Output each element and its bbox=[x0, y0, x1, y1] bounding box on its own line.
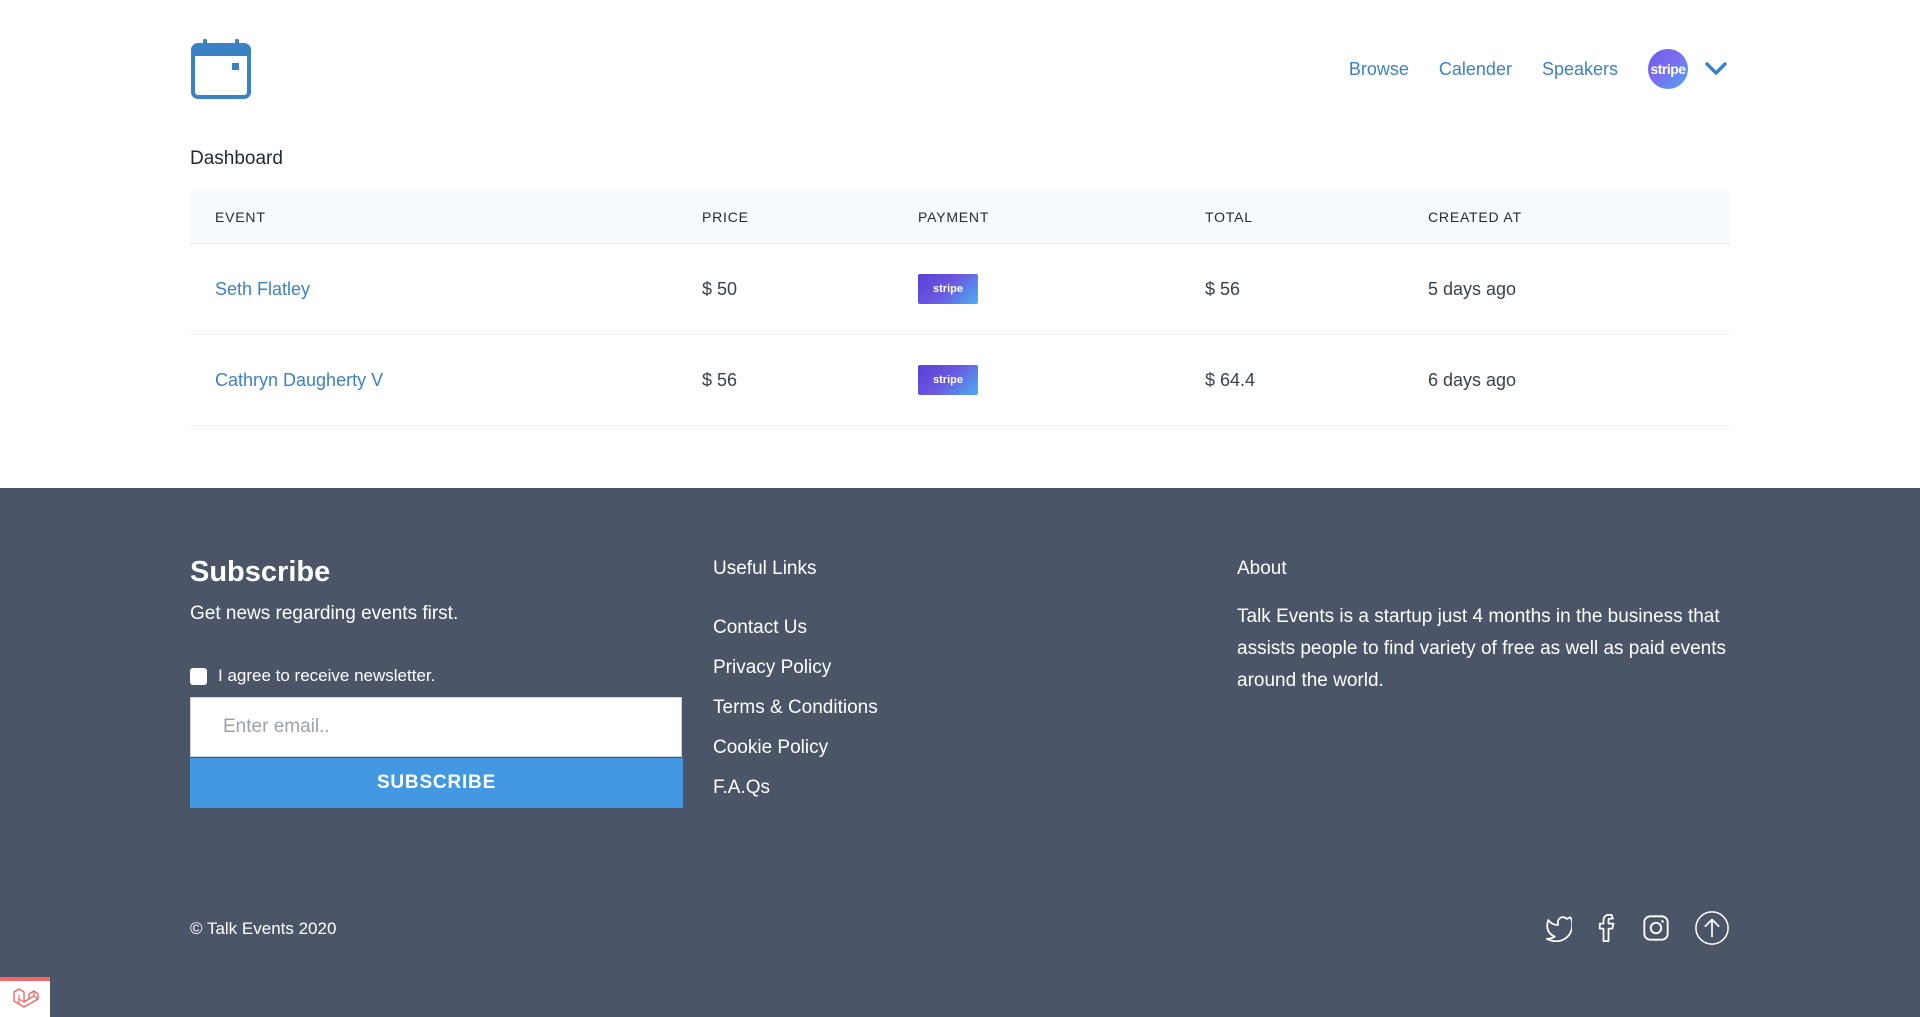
link-cookie-policy[interactable]: Cookie Policy bbox=[713, 737, 828, 758]
twitter-icon[interactable] bbox=[1538, 910, 1574, 946]
payment-label: stripe bbox=[933, 374, 963, 386]
column-header-created-at: CREATED AT bbox=[1428, 209, 1522, 225]
social-links bbox=[1524, 910, 1730, 946]
link-privacy-policy[interactable]: Privacy Policy bbox=[713, 657, 831, 678]
subscribe-title: Subscribe bbox=[190, 556, 331, 588]
instagram-icon[interactable] bbox=[1638, 910, 1674, 946]
calendar-icon[interactable] bbox=[190, 38, 252, 100]
stripe-payment-badge: stripe bbox=[918, 274, 978, 304]
about-text: Talk Events is a startup just 4 months i… bbox=[1237, 606, 1726, 691]
column-header-event: EVENT bbox=[215, 209, 266, 225]
scroll-to-top-icon[interactable] bbox=[1694, 910, 1730, 946]
useful-links-title: Useful Links bbox=[713, 558, 817, 579]
list-item: Privacy Policy bbox=[713, 656, 878, 696]
header: Browse Calender Speakers stripe bbox=[190, 38, 1730, 104]
event-link[interactable]: Seth Flatley bbox=[215, 279, 310, 300]
newsletter-agree[interactable]: I agree to receive newsletter. bbox=[190, 666, 435, 686]
nav-browse[interactable]: Browse bbox=[1349, 48, 1409, 90]
main-nav: Browse Calender Speakers stripe bbox=[1319, 48, 1730, 90]
price-cell: $ 50 bbox=[702, 278, 738, 299]
orders-table: EVENT PRICE PAYMENT TOTAL CREATED AT Set… bbox=[190, 191, 1730, 426]
page-title: Dashboard bbox=[190, 148, 283, 169]
chevron-down-icon[interactable] bbox=[1702, 55, 1730, 83]
about-title: About bbox=[1237, 558, 1287, 579]
price-cell: $ 56 bbox=[702, 369, 738, 390]
total-cell: $ 56 bbox=[1205, 278, 1241, 299]
email-field[interactable] bbox=[190, 697, 682, 757]
list-item: Cookie Policy bbox=[713, 736, 878, 776]
link-terms-conditions[interactable]: Terms & Conditions bbox=[713, 697, 878, 718]
created-at-cell: 6 days ago bbox=[1428, 369, 1517, 390]
subscribe-description: Get news regarding events first. bbox=[190, 603, 459, 624]
table-row: Seth Flatley $ 50 stripe $ 56 5 days ago bbox=[190, 244, 1730, 335]
payment-label: stripe bbox=[933, 283, 963, 295]
nav-calender[interactable]: Calender bbox=[1439, 48, 1512, 90]
table-header: EVENT PRICE PAYMENT TOTAL CREATED AT bbox=[190, 191, 1730, 244]
avatar-label: stripe bbox=[1650, 61, 1686, 77]
link-contact-us[interactable]: Contact Us bbox=[713, 617, 807, 638]
footer: Subscribe Get news regarding events firs… bbox=[0, 488, 1920, 1017]
nav-speakers[interactable]: Speakers bbox=[1542, 48, 1618, 90]
link-faqs[interactable]: F.A.Qs bbox=[713, 777, 770, 798]
stripe-payment-badge: stripe bbox=[918, 365, 978, 395]
newsletter-checkbox[interactable] bbox=[190, 667, 207, 685]
useful-links-list: Contact Us Privacy Policy Terms & Condit… bbox=[713, 616, 878, 816]
facebook-icon[interactable] bbox=[1588, 910, 1624, 946]
column-header-total: TOTAL bbox=[1205, 209, 1253, 225]
laravel-debugbar-icon[interactable] bbox=[0, 977, 50, 1017]
list-item: Contact Us bbox=[713, 616, 878, 656]
column-header-payment: PAYMENT bbox=[918, 209, 990, 225]
list-item: Terms & Conditions bbox=[713, 696, 878, 736]
table-row: Cathryn Daugherty V $ 56 stripe $ 64.4 6… bbox=[190, 335, 1730, 426]
copyright: © Talk Events 2020 bbox=[190, 919, 337, 938]
list-item: F.A.Qs bbox=[713, 776, 878, 816]
avatar[interactable]: stripe bbox=[1648, 49, 1688, 89]
total-cell: $ 64.4 bbox=[1205, 369, 1256, 390]
page: Browse Calender Speakers stripe Dashboar… bbox=[0, 0, 1920, 1017]
created-at-cell: 5 days ago bbox=[1428, 278, 1517, 299]
subscribe-button[interactable]: SUBSCRIBE bbox=[190, 758, 683, 808]
column-header-price: PRICE bbox=[702, 209, 749, 225]
newsletter-agree-label: I agree to receive newsletter. bbox=[218, 666, 436, 685]
event-link[interactable]: Cathryn Daugherty V bbox=[215, 370, 383, 391]
